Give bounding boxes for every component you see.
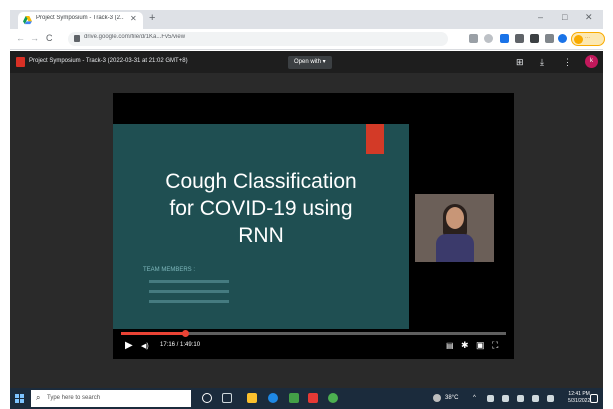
- back-icon[interactable]: ←: [16, 33, 25, 43]
- profile-pill-label: ⋯: [585, 35, 590, 41]
- maximize-icon[interactable]: □: [562, 12, 567, 22]
- reading-list-icon[interactable]: [545, 34, 554, 43]
- profile-pill[interactable]: ⋯: [571, 32, 605, 46]
- playback-time: 17:16 / 1:49:10: [160, 342, 201, 348]
- network-icon[interactable]: [487, 395, 494, 402]
- bookmark-star-icon[interactable]: [484, 34, 493, 43]
- profile-icon[interactable]: [558, 34, 567, 43]
- browser-tab[interactable]: Project Symposium - Track-3 (2... ✕: [18, 12, 143, 29]
- add-shortcut-icon[interactable]: ⊞: [516, 57, 524, 68]
- wifi-icon[interactable]: [532, 395, 539, 402]
- clock-time: 12:41 PM: [568, 391, 590, 397]
- slide-accent-bar: [366, 124, 384, 154]
- tray-chevron-icon[interactable]: ^: [473, 395, 476, 401]
- progress-fill: [121, 332, 185, 335]
- extension-icon[interactable]: [469, 34, 478, 43]
- fullscreen-icon[interactable]: ⛶: [492, 340, 498, 351]
- slide-title-line-1: Cough Classification: [165, 170, 357, 193]
- screen: Project Symposium - Track-3 (2... ✕ + – …: [0, 0, 613, 409]
- player-controls: ▶ ◀) 17:16 / 1:49:10 ▤ ✱ ▣ ⛶: [113, 329, 514, 359]
- slide-title-line-2: for COVID-19 using: [169, 197, 353, 220]
- slide-title-line-3: RNN: [238, 224, 284, 247]
- windows-start-icon[interactable]: [15, 394, 24, 403]
- tab-title: Project Symposium - Track-3 (2...: [36, 15, 124, 21]
- reload-icon[interactable]: C: [46, 33, 53, 43]
- presentation-slide: Cough Classification for COVID-19 using …: [113, 124, 409, 329]
- team-member-line: [149, 290, 229, 293]
- progress-knob[interactable]: [181, 330, 189, 337]
- file-explorer-icon[interactable]: [247, 393, 257, 403]
- close-tab-icon[interactable]: ✕: [130, 14, 137, 23]
- taskbar-clock[interactable]: 12:41 PM 5/31/2022: [568, 391, 590, 405]
- viewer-toolbar: Project Symposium - Track-3 (2022-03-31 …: [10, 51, 603, 73]
- url-text[interactable]: drive.google.com/file/d/1Ka...Fv5/view: [84, 34, 439, 40]
- edge-icon[interactable]: [268, 393, 278, 403]
- search-icon: ⌕: [36, 393, 41, 402]
- user-avatar[interactable]: k: [585, 55, 598, 68]
- weather-icon[interactable]: [433, 394, 441, 402]
- open-with-button[interactable]: Open with ▾: [288, 56, 332, 69]
- address-bar-row: ← → C drive.google.com/file/d/1Ka...Fv5/…: [10, 29, 605, 50]
- team-member-line: [149, 300, 229, 303]
- clock-date: 5/31/2022: [568, 398, 591, 404]
- task-view-icon[interactable]: [222, 393, 232, 403]
- new-tab-button[interactable]: +: [149, 12, 155, 24]
- forward-icon[interactable]: →: [30, 33, 39, 43]
- file-name: Project Symposium - Track-3 (2022-03-31 …: [29, 58, 188, 64]
- windows-taskbar: ⌕ Type here to search 38°C ^ 12:41 PM 5/…: [10, 388, 603, 409]
- minimize-icon[interactable]: –: [538, 12, 543, 22]
- app-icon-red[interactable]: [308, 393, 318, 403]
- volume-tray-icon[interactable]: [517, 395, 524, 402]
- chrome-icon[interactable]: [328, 393, 338, 403]
- mouse-cursor-icon: [601, 349, 611, 358]
- drive-viewer: Project Symposium - Track-3 (2022-03-31 …: [10, 51, 611, 388]
- play-button[interactable]: ▶: [125, 340, 133, 351]
- progress-bar[interactable]: [121, 330, 506, 337]
- captions-icon[interactable]: ▤: [446, 341, 454, 350]
- extensions-puzzle-icon[interactable]: [530, 34, 539, 43]
- miniplayer-icon[interactable]: ▣: [476, 340, 485, 351]
- slide-title: Cough Classification for COVID-19 using …: [113, 168, 409, 249]
- store-icon[interactable]: [289, 393, 299, 403]
- lock-icon: [74, 35, 80, 42]
- download-icon[interactable]: ⤓: [540, 57, 544, 68]
- settings-gear-icon[interactable]: ✱: [461, 340, 469, 351]
- video-file-icon: [16, 57, 25, 67]
- omnibox[interactable]: drive.google.com/file/d/1Ka...Fv5/view: [68, 32, 448, 46]
- language-icon[interactable]: [547, 395, 554, 402]
- search-placeholder: Type here to search: [47, 395, 101, 401]
- extension-icon-2[interactable]: [500, 34, 509, 43]
- video-player[interactable]: Cough Classification for COVID-19 using …: [113, 93, 514, 359]
- team-member-line: [149, 280, 229, 283]
- avatar: [574, 35, 583, 44]
- volume-icon[interactable]: ◀): [141, 342, 149, 350]
- weather-temp[interactable]: 38°C: [445, 395, 458, 401]
- taskbar-search[interactable]: ⌕ Type here to search: [31, 390, 191, 407]
- cortana-icon[interactable]: [202, 393, 212, 403]
- more-options-icon[interactable]: ⋮: [563, 57, 572, 68]
- webcam-feed: [415, 194, 494, 262]
- close-window-icon[interactable]: ✕: [585, 12, 593, 23]
- extension-icon-3[interactable]: [515, 34, 524, 43]
- team-members-heading: TEAM MEMBERS :: [143, 267, 196, 273]
- battery-icon[interactable]: [502, 395, 509, 402]
- notification-icon[interactable]: [590, 394, 598, 403]
- tab-strip: Project Symposium - Track-3 (2... ✕ + – …: [10, 10, 603, 29]
- google-drive-icon: [23, 16, 32, 25]
